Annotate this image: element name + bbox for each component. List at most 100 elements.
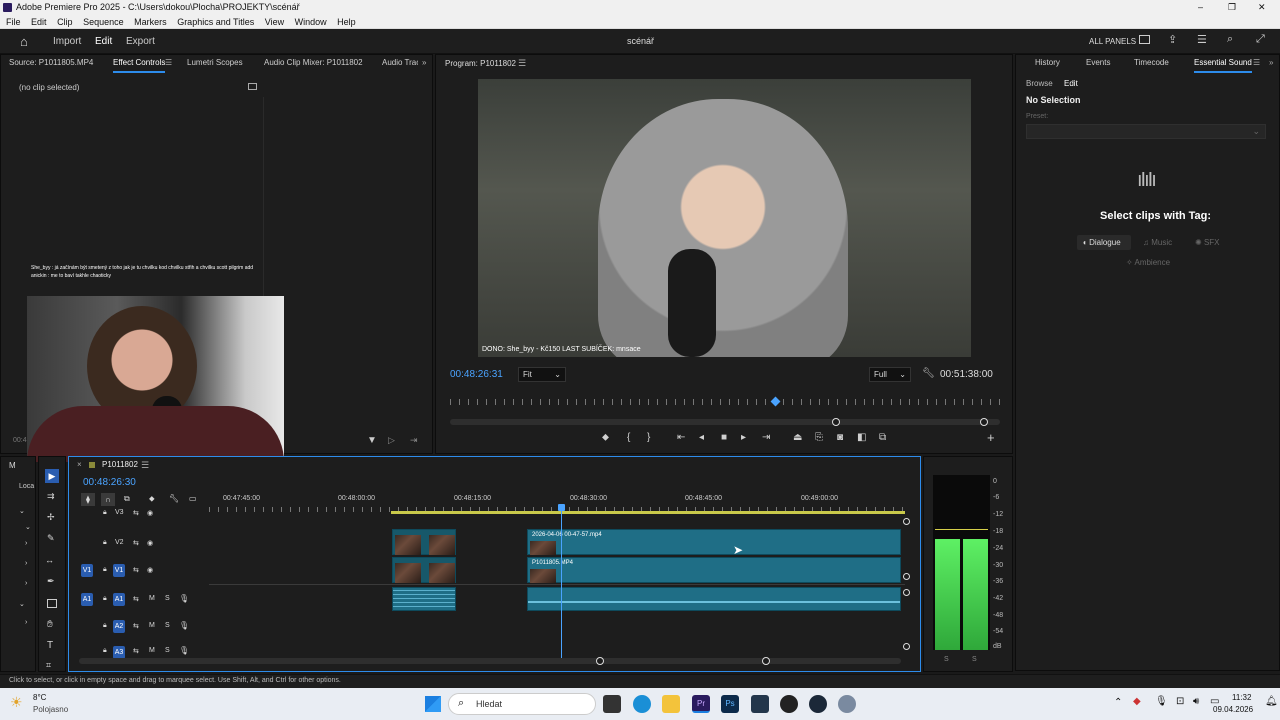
- more-tabs-icon[interactable]: »: [1269, 55, 1273, 71]
- eye-icon[interactable]: ◉: [147, 509, 153, 517]
- lock-icon[interactable]: 🔒︎: [103, 647, 107, 655]
- scrollbar-handle-left[interactable]: [832, 418, 840, 426]
- task-view-icon[interactable]: [603, 695, 621, 713]
- tray-app-icon[interactable]: ◆: [1133, 696, 1141, 707]
- home-icon[interactable]: ⌂: [20, 34, 28, 49]
- comparison-icon[interactable]: ◧: [857, 432, 866, 443]
- edge-icon[interactable]: [633, 695, 651, 713]
- filter-icon[interactable]: ▼: [367, 435, 377, 446]
- menu-file[interactable]: File: [6, 17, 21, 27]
- video-clip[interactable]: [392, 557, 456, 583]
- edit-tab[interactable]: Edit: [95, 36, 112, 47]
- track-select-icon[interactable]: ⇉: [47, 491, 55, 502]
- go-to-in-icon[interactable]: ⇤: [677, 432, 685, 443]
- menu-sequence[interactable]: Sequence: [83, 17, 124, 27]
- mute-button[interactable]: M: [149, 647, 155, 654]
- lock-icon[interactable]: 🔒︎: [103, 509, 107, 517]
- track-target-a2[interactable]: A2: [113, 620, 125, 633]
- sync-lock-icon[interactable]: ⇆: [133, 647, 139, 655]
- track-target-v1[interactable]: V1: [113, 564, 125, 577]
- clock-time[interactable]: 11:32: [1232, 693, 1251, 702]
- rectangle-tool-icon[interactable]: [47, 599, 57, 608]
- share-icon[interactable]: ⇪: [1168, 33, 1177, 46]
- export-frame-icon[interactable]: ⇥: [410, 435, 418, 446]
- microphone-icon[interactable]: 🎙︎: [179, 646, 189, 655]
- tag-ambience-button[interactable]: ✧ Ambience: [1123, 255, 1183, 270]
- photoshop-taskbar-icon[interactable]: Ps: [721, 695, 739, 713]
- sequence-tab[interactable]: P1011802: [102, 460, 138, 469]
- chevron-right-icon[interactable]: ›: [25, 540, 27, 547]
- sequence-menu-icon[interactable]: ☰: [141, 460, 149, 471]
- solo-right-button[interactable]: S: [972, 656, 977, 663]
- steam-icon[interactable]: [809, 695, 827, 713]
- close-button[interactable]: ✕: [1258, 0, 1266, 15]
- lock-icon[interactable]: 🔒︎: [103, 539, 107, 547]
- solo-button[interactable]: S: [165, 622, 170, 629]
- step-back-icon[interactable]: ◂: [699, 432, 704, 443]
- timeline-playhead[interactable]: [561, 505, 562, 659]
- tray-mic-icon[interactable]: 🎙︎: [1155, 696, 1168, 707]
- chevron-down-icon[interactable]: ⌄: [19, 507, 25, 515]
- tab-source[interactable]: Source: P1011805.MP4: [9, 55, 93, 71]
- menu-window[interactable]: Window: [295, 17, 327, 27]
- sync-lock-icon[interactable]: ⇆: [133, 622, 139, 630]
- razor-icon[interactable]: ✎: [47, 533, 55, 544]
- add-marker-icon[interactable]: ⬥: [149, 494, 155, 504]
- program-time-ruler[interactable]: [450, 399, 1000, 405]
- tab-menu-icon[interactable]: ☰: [165, 55, 172, 71]
- scrollbar-handle-right[interactable]: [980, 418, 988, 426]
- zoom-scrollbar[interactable]: [450, 418, 1000, 426]
- vscroll-handle[interactable]: [903, 573, 910, 580]
- pen-tool-icon[interactable]: ✒: [47, 576, 55, 587]
- tab-history[interactable]: History: [1035, 55, 1060, 71]
- subtab-browse[interactable]: Browse: [1026, 79, 1053, 88]
- search-icon[interactable]: ⌕: [1227, 33, 1233, 46]
- ripple-edit-icon[interactable]: ✢: [47, 512, 55, 523]
- chevron-down-icon[interactable]: ⌄: [19, 600, 25, 608]
- eye-icon[interactable]: ◉: [147, 539, 153, 547]
- camera-icon[interactable]: ◙: [837, 432, 843, 443]
- go-to-out-icon[interactable]: ⇥: [762, 432, 770, 443]
- play-audio-icon[interactable]: ▷: [388, 435, 395, 446]
- add-marker-icon[interactable]: ⬥: [602, 432, 609, 443]
- settings-wrench-icon[interactable]: 🔧︎: [169, 494, 179, 503]
- settings-gear-icon[interactable]: [838, 695, 856, 713]
- lock-icon[interactable]: 🔒︎: [103, 622, 107, 630]
- wrench-icon[interactable]: 🔧︎: [922, 368, 935, 379]
- mute-button[interactable]: M: [149, 595, 155, 602]
- vscroll-handle[interactable]: [903, 589, 910, 596]
- tray-chevron-icon[interactable]: ⌃: [1114, 697, 1122, 708]
- video-clip-v2[interactable]: 2026-04-06 00-47-57.mp4: [527, 529, 901, 555]
- tab-lumetri-scopes[interactable]: Lumetri Scopes: [187, 55, 243, 71]
- app-taskbar-icon[interactable]: [780, 695, 798, 713]
- panel-layout-icon[interactable]: [1139, 35, 1150, 44]
- tab-events[interactable]: Events: [1086, 55, 1110, 71]
- mark-out-icon[interactable]: }: [647, 432, 650, 443]
- stop-icon[interactable]: ■: [721, 432, 727, 443]
- clock-date[interactable]: 09.04.2026: [1213, 705, 1253, 714]
- audio-clip[interactable]: [392, 587, 456, 611]
- menu-lines-icon[interactable]: ☰: [1197, 33, 1207, 46]
- menu-help[interactable]: Help: [337, 17, 356, 27]
- tag-sfx-button[interactable]: ✺ SFX: [1192, 235, 1232, 250]
- solo-left-button[interactable]: S: [944, 656, 949, 663]
- subtab-edit[interactable]: Edit: [1064, 79, 1078, 88]
- export-tab[interactable]: Export: [126, 36, 155, 47]
- menu-view[interactable]: View: [265, 17, 284, 27]
- step-forward-icon[interactable]: ▸: [741, 432, 746, 443]
- program-menu-icon[interactable]: ☰: [518, 58, 526, 69]
- app-taskbar-icon[interactable]: [751, 695, 769, 713]
- hand-tool-icon[interactable]: ✋︎: [47, 619, 53, 630]
- snap-icon[interactable]: ∩: [101, 493, 115, 506]
- linked-selection-icon[interactable]: ⧉: [124, 494, 130, 504]
- mute-button[interactable]: M: [149, 622, 155, 629]
- mark-in-icon[interactable]: {: [627, 432, 630, 443]
- nest-icon[interactable]: ⧫: [81, 493, 95, 506]
- tab-audio-clip-mixer[interactable]: Audio Clip Mixer: P1011802: [264, 55, 363, 71]
- chevron-right-icon[interactable]: ›: [25, 560, 27, 567]
- menu-graphics[interactable]: Graphics and Titles: [177, 17, 254, 27]
- maximize-button[interactable]: ❐: [1228, 0, 1236, 15]
- eye-icon[interactable]: ◉: [147, 566, 153, 574]
- source-patch-v1[interactable]: V1: [81, 564, 93, 577]
- program-current-time[interactable]: 00:48:26:31: [450, 369, 503, 380]
